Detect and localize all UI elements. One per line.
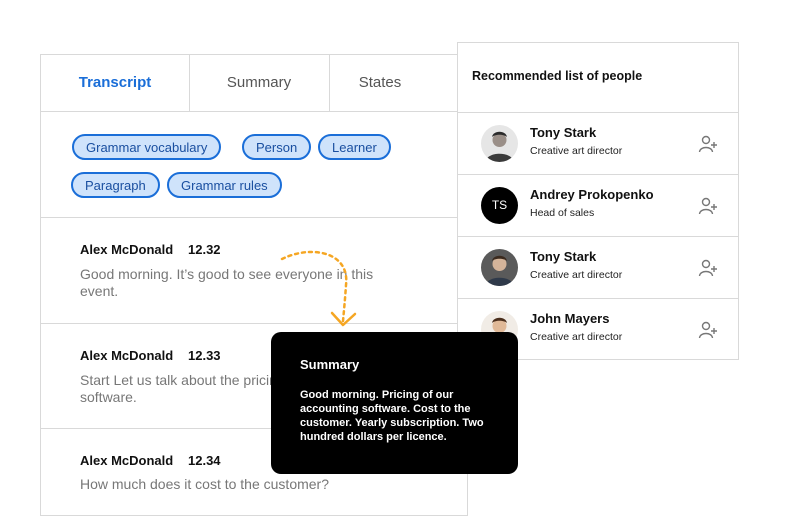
tag-chip[interactable]: Learner xyxy=(318,134,391,160)
add-person-icon[interactable] xyxy=(698,258,718,278)
curved-arrow-icon xyxy=(280,250,357,327)
add-person-icon[interactable] xyxy=(698,196,718,216)
summary-title: Summary xyxy=(300,357,360,372)
entry-speaker: Alex McDonald xyxy=(80,453,174,468)
person-role: Creative art director xyxy=(530,269,623,281)
avatar xyxy=(481,125,518,162)
entry-time: 12.34 xyxy=(188,453,221,468)
entry-speaker: Alex McDonald xyxy=(80,348,174,363)
person-role: Creative art director xyxy=(530,145,623,157)
person-row[interactable]: Tony Stark Creative art director xyxy=(458,237,738,298)
tab-summary[interactable]: Summary xyxy=(189,55,329,111)
tag-chip[interactable]: Paragraph xyxy=(71,172,160,198)
tag-chip[interactable]: Person xyxy=(242,134,312,160)
entry-speaker: Alex McDonald xyxy=(80,242,174,257)
entry-time: 12.33 xyxy=(188,348,221,363)
entry-time: 12.32 xyxy=(188,242,221,257)
summary-popup: Summary Good morning. Pricing of our acc… xyxy=(271,332,518,474)
panel-title: Recommended list of people xyxy=(472,69,643,83)
entry-text: How much does it cost to the customer? xyxy=(80,476,329,492)
summary-text: Good morning. Pricing of our accounting … xyxy=(300,389,484,443)
person-row[interactable]: TS Andrey Prokopenko Head of sales xyxy=(458,175,738,236)
recommended-people-panel: Recommended list of people Tony Stark Cr… xyxy=(457,42,739,360)
person-role: Head of sales xyxy=(530,207,595,219)
avatar-initials: TS xyxy=(481,187,518,224)
person-name: John Mayers xyxy=(530,311,610,326)
tag-chip[interactable]: Grammar rules xyxy=(167,172,282,198)
divider xyxy=(41,217,467,218)
person-name: Tony Stark xyxy=(530,125,597,140)
person-row[interactable]: Tony Stark Creative art director xyxy=(458,113,738,174)
divider xyxy=(41,323,467,324)
add-person-icon[interactable] xyxy=(698,134,718,154)
tab-bar: Transcript Summary States xyxy=(41,55,467,112)
person-name: Andrey Prokopenko xyxy=(530,187,654,202)
person-name: Tony Stark xyxy=(530,249,597,264)
tab-transcript[interactable]: Transcript xyxy=(41,55,189,111)
tab-states[interactable]: States xyxy=(329,55,431,111)
avatar xyxy=(481,249,518,286)
add-person-icon[interactable] xyxy=(698,320,718,340)
tag-chip[interactable]: Grammar vocabulary xyxy=(72,134,222,160)
person-role: Creative art director xyxy=(530,331,623,343)
